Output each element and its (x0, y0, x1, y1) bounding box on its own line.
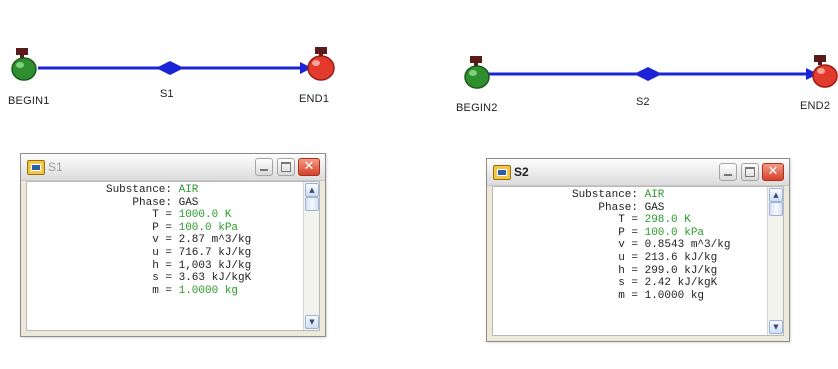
property-key: h = (618, 264, 638, 277)
scroll-up-button[interactable]: ▲ (305, 183, 319, 197)
property-row: v = 2.87 m^3/kg (27, 234, 251, 247)
end1-label: END1 (299, 93, 330, 105)
property-key: s = (618, 277, 638, 290)
property-row: u = 213.6 kJ/kg (493, 252, 730, 265)
property-key: Phase: (598, 201, 638, 214)
property-row: u = 716.7 kJ/kg (27, 247, 251, 260)
scroll-thumb[interactable] (769, 202, 783, 216)
close-button[interactable]: ✕ (298, 158, 320, 176)
property-row: Phase: GAS (493, 202, 730, 215)
end2-node[interactable] (812, 55, 838, 88)
properties-panel: Substance: AIR Phase: GAS T = 1000.0 KP = … (26, 181, 320, 331)
property-value: 1000.0 K (178, 209, 232, 222)
begin1-node[interactable] (11, 48, 37, 81)
property-key: P = (152, 221, 172, 234)
stream-s1-node[interactable] (156, 61, 184, 75)
property-value: 0.8543 m^3/kg (644, 239, 731, 252)
flow-1 (11, 47, 335, 81)
property-value: 2.87 m^3/kg (178, 234, 252, 247)
property-key: Phase: (132, 196, 172, 209)
vertical-scrollbar[interactable]: ▲ ▼ (303, 182, 319, 330)
property-key: v = (152, 234, 172, 247)
property-row: P = 100.0 kPa (493, 227, 730, 240)
property-value: 299.0 kJ/kg (644, 264, 718, 277)
property-key: u = (618, 251, 638, 264)
property-key: Substance: (571, 189, 638, 201)
property-value: 716.7 kJ/kg (178, 246, 252, 259)
property-value: 298.0 K (644, 214, 691, 227)
property-key: v = (618, 239, 638, 252)
property-value: 1.0000 kg (178, 284, 239, 297)
app-icon (493, 165, 511, 180)
property-value: AIR (644, 189, 665, 201)
property-value: 3.63 kJ/kgK (178, 272, 252, 285)
property-row: v = 0.8543 m^3/kg (493, 239, 730, 252)
property-row: s = 3.63 kJ/kgK (27, 272, 251, 285)
property-key: u = (152, 246, 172, 259)
stream-s1-properties-window[interactable]: S1 ✕ Substance: AIR Phase: GAS T = 1000.0 … (20, 153, 326, 337)
property-row: T = 298.0 K (493, 214, 730, 227)
stream-s2-node[interactable] (634, 67, 662, 81)
window-title: S2 (514, 165, 529, 179)
property-key: h = (152, 259, 172, 272)
window-titlebar[interactable]: S1 ✕ (21, 154, 325, 181)
property-row: T = 1000.0 K (27, 209, 251, 222)
property-row: Substance: AIR (27, 184, 251, 197)
scroll-down-button[interactable]: ▼ (769, 320, 783, 334)
vertical-scrollbar[interactable]: ▲ ▼ (767, 187, 783, 335)
property-row: Phase: GAS (27, 197, 251, 210)
property-key: s = (152, 272, 172, 285)
property-key: P = (618, 226, 638, 239)
maximize-button[interactable] (277, 158, 295, 176)
property-row: P = 100.0 kPa (27, 222, 251, 235)
scroll-down-button[interactable]: ▼ (305, 315, 319, 329)
property-row: Substance: AIR (493, 189, 730, 202)
property-value: 100.0 kPa (644, 226, 705, 239)
property-row: m = 1.0000 kg (493, 290, 730, 303)
property-key: Substance: (105, 184, 172, 196)
minimize-button[interactable] (255, 158, 273, 176)
stream-s2-label: S2 (636, 96, 650, 108)
property-row: h = 1,003 kJ/kg (27, 260, 251, 273)
flow-2 (464, 55, 838, 89)
minimize-button[interactable] (719, 163, 737, 181)
scroll-up-button[interactable]: ▲ (769, 188, 783, 202)
properties-list: Substance: AIR Phase: GAS T = 298.0 KP = 1… (493, 189, 730, 302)
property-value: 100.0 kPa (178, 221, 239, 234)
property-value: 1,003 kJ/kg (178, 259, 252, 272)
stream-s2-properties-window[interactable]: S2 ✕ Substance: AIR Phase: GAS T = 298.0 K… (486, 158, 790, 342)
property-value: AIR (178, 184, 199, 196)
begin2-label: BEGIN2 (456, 102, 498, 114)
property-key: m = (152, 284, 172, 297)
maximize-button[interactable] (741, 163, 759, 181)
begin1-label: BEGIN1 (8, 95, 50, 107)
property-value: GAS (644, 201, 665, 214)
end1-node[interactable] (307, 47, 335, 81)
properties-list: Substance: AIR Phase: GAS T = 1000.0 KP = … (27, 184, 251, 297)
scroll-thumb[interactable] (305, 197, 319, 211)
property-key: T = (152, 209, 172, 222)
end2-label: END2 (800, 100, 831, 112)
app-icon (27, 160, 45, 175)
window-title: S1 (48, 160, 63, 174)
property-value: GAS (178, 196, 199, 209)
property-row: s = 2.42 kJ/kgK (493, 277, 730, 290)
close-button[interactable]: ✕ (762, 163, 784, 181)
property-row: h = 299.0 kJ/kg (493, 265, 730, 278)
properties-panel: Substance: AIR Phase: GAS T = 298.0 KP = 1… (492, 186, 784, 336)
property-value: 2.42 kJ/kgK (644, 277, 718, 290)
property-row: m = 1.0000 kg (27, 285, 251, 298)
property-value: 213.6 kJ/kg (644, 251, 718, 264)
window-titlebar[interactable]: S2 ✕ (487, 159, 789, 186)
begin2-node[interactable] (464, 56, 490, 89)
property-key: m = (618, 289, 638, 302)
property-key: T = (618, 214, 638, 227)
property-value: 1.0000 kg (644, 289, 705, 302)
stream-s1-label: S1 (160, 88, 174, 100)
